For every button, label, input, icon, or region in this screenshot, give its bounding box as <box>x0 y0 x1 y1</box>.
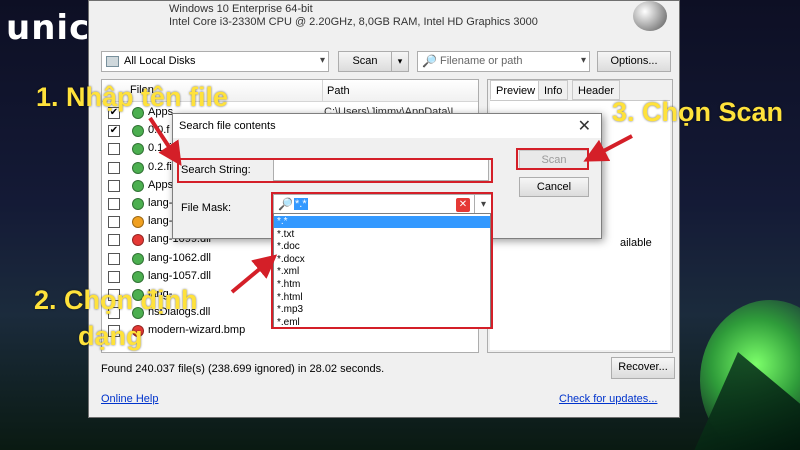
options-button[interactable]: Options... <box>597 51 671 72</box>
file-name: lang-1057.dll <box>148 269 211 282</box>
step1-annotation: 1. Nhập tên file <box>36 82 229 112</box>
cpu-info: Intel Core i3-2330M CPU @ 2.20GHz, 8,0GB… <box>169 16 538 28</box>
status-icon <box>132 270 144 283</box>
status-text: Found 240.037 file(s) (238.699 ignored) … <box>101 363 385 375</box>
file-name: lang- <box>148 197 173 209</box>
system-info: Windows 10 Enterprise 64-bit Intel Core … <box>169 3 538 29</box>
row-checkbox[interactable] <box>108 198 120 210</box>
file-name: 0.2.fi <box>148 160 172 173</box>
toolbar: All Local Disks ▾ Scan ▾ 🔎 Filename or p… <box>101 51 671 73</box>
close-icon[interactable]: ✕ <box>578 116 591 136</box>
highlight-search-string <box>177 158 493 183</box>
tab-info[interactable]: Info <box>538 80 569 100</box>
row-checkbox[interactable] <box>108 252 120 265</box>
file-name: lang-1062.dll <box>148 251 211 264</box>
status-icon <box>132 216 144 229</box>
row-checkbox[interactable] <box>108 143 120 156</box>
file-name: lang- <box>148 215 173 228</box>
app-logo-icon <box>633 1 667 31</box>
file-name: 0.1.fi <box>148 142 172 155</box>
search-icon: 🔎 <box>422 54 437 68</box>
os-info: Windows 10 Enterprise 64-bit <box>169 3 313 15</box>
status-icon <box>132 234 144 247</box>
chevron-down-icon: ▾ <box>580 55 586 66</box>
status-icon <box>132 252 144 265</box>
status-icon <box>132 179 144 192</box>
row-checkbox[interactable] <box>108 216 120 229</box>
status-icon <box>132 161 144 174</box>
disk-select-value: All Local Disks <box>124 55 196 67</box>
scan-dropdown-button[interactable]: ▾ <box>391 51 409 72</box>
row-checkbox[interactable]: ✔ <box>108 125 120 138</box>
online-help-link[interactable]: Online Help <box>101 393 158 405</box>
status-icon <box>132 143 144 156</box>
row-checkbox[interactable] <box>108 234 120 247</box>
file-name: 0.0.f <box>148 124 170 137</box>
row-checkbox[interactable] <box>108 179 120 192</box>
check-updates-link[interactable]: Check for updates... <box>559 393 657 405</box>
step3-annotation: 3. Chọn Scan <box>612 97 784 127</box>
step2-line1: 2. Chọn định <box>34 285 198 315</box>
disk-icon <box>106 56 119 67</box>
dialog-titlebar: Search file contents ✕ <box>173 114 601 138</box>
row-checkbox[interactable] <box>108 161 120 174</box>
highlight-file-mask <box>271 192 493 329</box>
highlight-scan-button <box>516 148 589 170</box>
preview-text: ailable <box>620 237 652 249</box>
file-mask-label: File Mask: <box>181 202 232 214</box>
row-checkbox[interactable] <box>108 270 120 283</box>
file-name: Apps <box>148 178 174 191</box>
scan-button[interactable]: Scan <box>338 51 392 72</box>
status-icon <box>132 125 144 138</box>
column-path[interactable]: Path <box>322 80 350 102</box>
filename-search-input[interactable]: 🔎 Filename or path ▾ <box>417 51 590 72</box>
disk-select[interactable]: All Local Disks ▾ <box>101 51 329 72</box>
status-icon <box>132 198 144 210</box>
step2-line2: dạng <box>78 321 143 351</box>
step2-annotation: 2. Chọn định dạng <box>34 282 197 354</box>
search-placeholder: Filename or path <box>440 55 523 67</box>
chevron-down-icon: ▾ <box>319 55 325 66</box>
recover-button[interactable]: Recover... <box>611 357 675 379</box>
dialog-cancel-button[interactable]: Cancel <box>519 177 589 197</box>
app-header: Windows 10 Enterprise 64-bit Intel Core … <box>89 1 679 37</box>
dialog-title: Search file contents <box>179 120 276 132</box>
tab-preview[interactable]: Preview <box>490 80 542 100</box>
